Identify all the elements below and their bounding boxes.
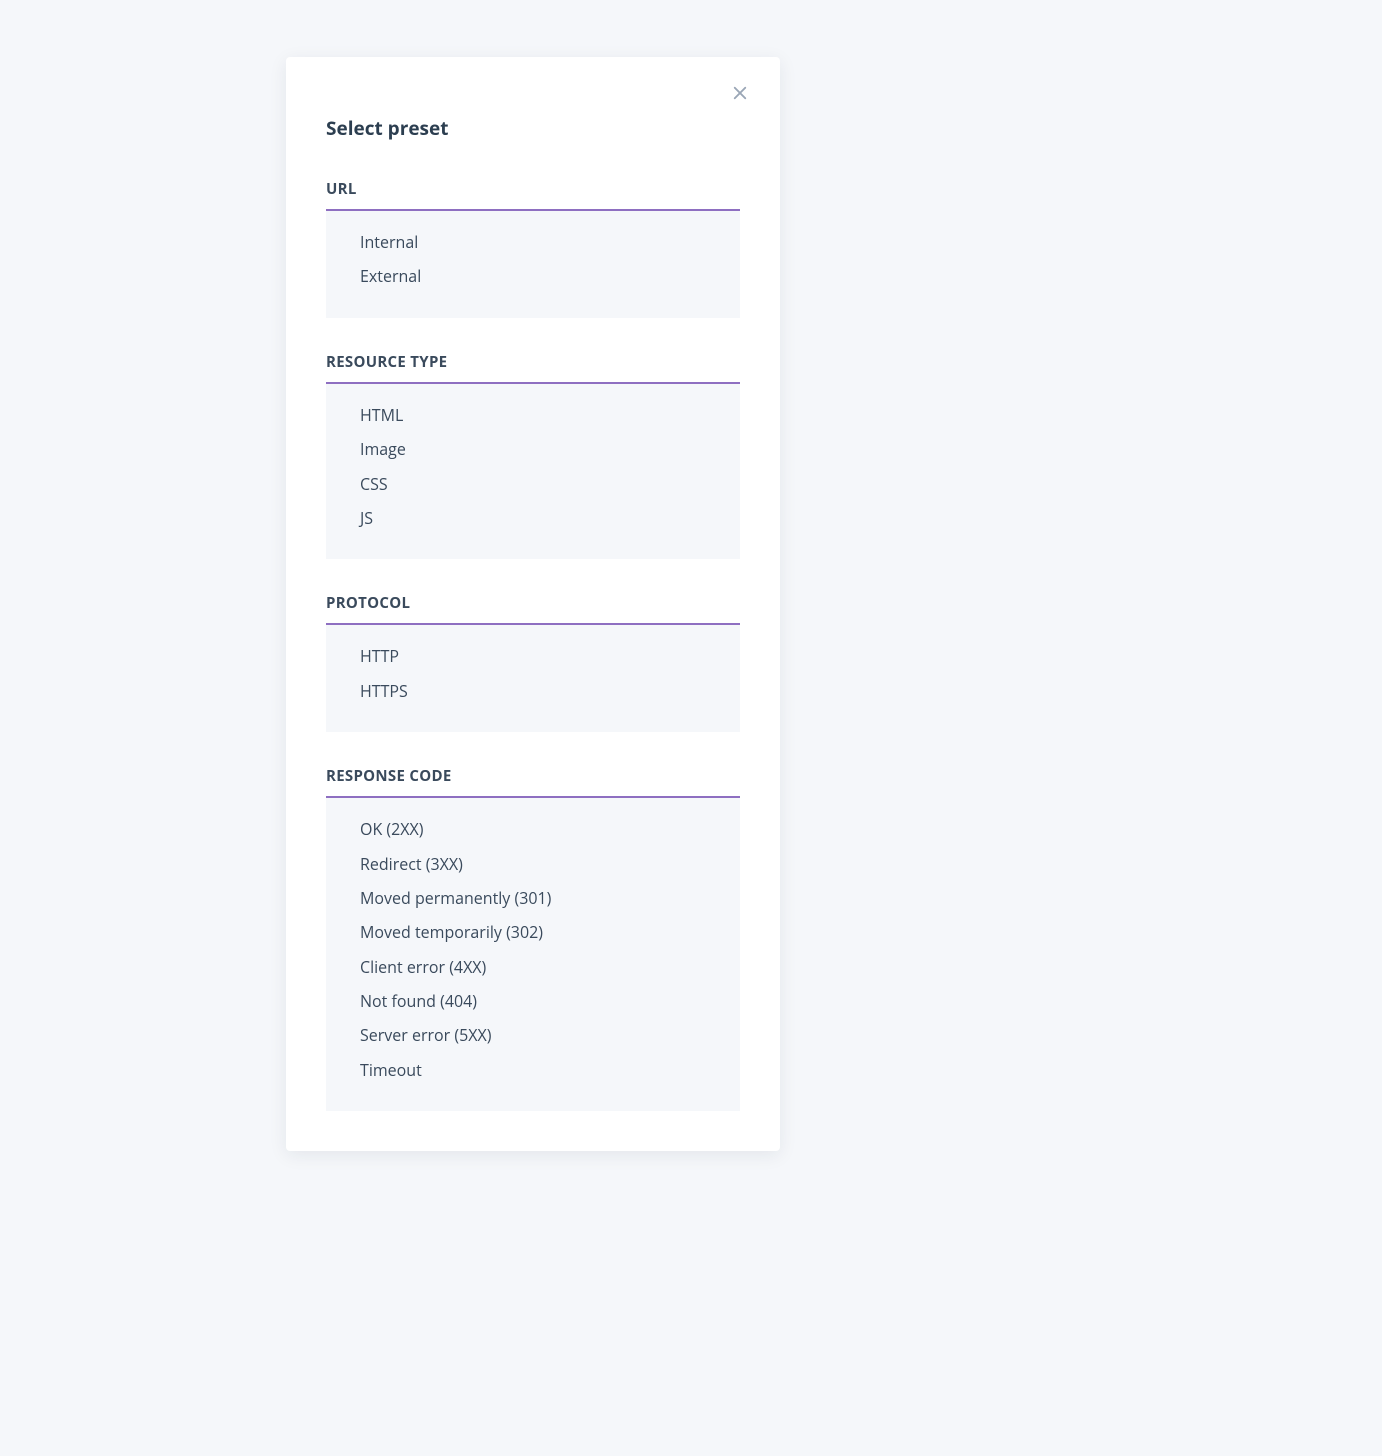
close-button[interactable] (728, 81, 752, 105)
preset-item[interactable]: Timeout (360, 1053, 706, 1087)
preset-item[interactable]: Moved permanently (301) (360, 881, 706, 915)
preset-item[interactable]: HTML (360, 398, 706, 432)
section-body: HTML Image CSS JS (326, 384, 740, 560)
preset-item[interactable]: OK (2XX) (360, 812, 706, 846)
section-url: URL Internal External (326, 179, 740, 318)
preset-item[interactable]: JS (360, 501, 706, 535)
preset-item[interactable]: Moved temporarily (302) (360, 915, 706, 949)
preset-item[interactable]: Client error (4XX) (360, 950, 706, 984)
close-icon (731, 84, 749, 102)
section-body: Internal External (326, 211, 740, 318)
section-response-code: RESPONSE CODE OK (2XX) Redirect (3XX) Mo… (326, 766, 740, 1111)
select-preset-dialog: Select preset URL Internal External RESO… (286, 57, 780, 1151)
preset-item[interactable]: Image (360, 432, 706, 466)
preset-item[interactable]: Server error (5XX) (360, 1018, 706, 1052)
section-header: RESOURCE TYPE (326, 352, 740, 384)
dialog-title: Select preset (326, 115, 740, 141)
preset-item[interactable]: HTTP (360, 639, 706, 673)
section-header: URL (326, 179, 740, 211)
section-header: RESPONSE CODE (326, 766, 740, 798)
preset-item[interactable]: Redirect (3XX) (360, 847, 706, 881)
section-body: OK (2XX) Redirect (3XX) Moved permanentl… (326, 798, 740, 1111)
section-protocol: PROTOCOL HTTP HTTPS (326, 593, 740, 732)
preset-item[interactable]: CSS (360, 467, 706, 501)
section-header: PROTOCOL (326, 593, 740, 625)
preset-item[interactable]: External (360, 259, 706, 293)
preset-item[interactable]: Not found (404) (360, 984, 706, 1018)
section-resource-type: RESOURCE TYPE HTML Image CSS JS (326, 352, 740, 560)
preset-item[interactable]: Internal (360, 225, 706, 259)
preset-item[interactable]: HTTPS (360, 674, 706, 708)
section-body: HTTP HTTPS (326, 625, 740, 732)
